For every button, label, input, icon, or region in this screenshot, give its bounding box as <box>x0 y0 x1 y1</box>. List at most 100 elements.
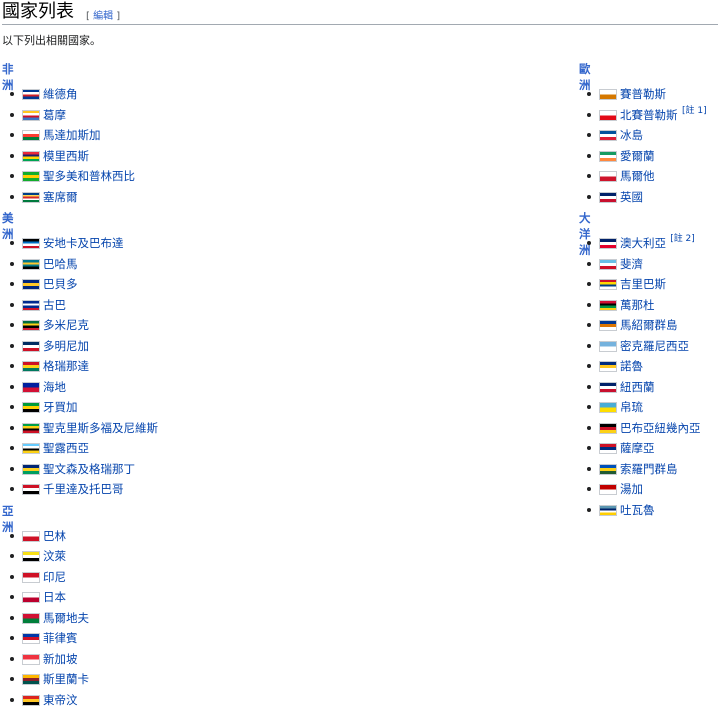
footnote-link[interactable]: [註 2] <box>670 231 695 247</box>
bullet-icon <box>587 405 591 409</box>
country-link[interactable]: 模里西斯 <box>43 148 89 164</box>
country-link[interactable]: 馬爾他 <box>620 168 655 184</box>
country-link[interactable]: 新加坡 <box>43 651 78 667</box>
bullet-icon <box>587 425 591 430</box>
country-link[interactable]: 巴布亞紐幾內亞 <box>620 420 701 436</box>
bullet-icon <box>587 133 591 137</box>
flag-icon <box>599 89 617 100</box>
bullet-icon <box>587 487 591 491</box>
flag-icon <box>22 191 40 203</box>
bullet-icon <box>10 282 14 286</box>
country-link[interactable]: 巴哈馬 <box>43 256 78 272</box>
country-link[interactable]: 吐瓦魯 <box>620 502 655 518</box>
country-link[interactable]: 印尼 <box>43 569 66 585</box>
country-link[interactable]: 密克羅尼西亞 <box>620 338 689 354</box>
country-link[interactable]: 多明尼加 <box>43 338 89 354</box>
country-link[interactable]: 聖文森及格瑞那丁 <box>43 461 135 477</box>
country-link[interactable]: 萬那杜 <box>620 297 655 313</box>
bullet-icon <box>10 261 14 266</box>
bullet-icon <box>10 384 14 389</box>
bullet-icon <box>587 194 591 199</box>
flag-icon <box>22 443 40 454</box>
country-link[interactable]: 斯里蘭卡 <box>43 671 89 687</box>
flag-icon <box>599 422 617 434</box>
country-link[interactable]: 湯加 <box>620 481 643 497</box>
bullet-icon <box>587 241 591 245</box>
country-link[interactable]: 英國 <box>620 189 643 205</box>
country-link[interactable]: 索羅門群島 <box>620 461 678 477</box>
country-link[interactable]: 薩摩亞 <box>620 440 655 456</box>
bullet-icon <box>587 343 591 348</box>
continent-heading: 美洲 <box>2 211 14 241</box>
bullet-icon <box>587 261 591 266</box>
bullet-icon <box>10 153 14 158</box>
flag-icon <box>22 674 40 685</box>
flag-icon <box>599 130 617 141</box>
bullet-icon <box>587 174 591 178</box>
edit-section: [ 編輯 ] <box>86 11 121 22</box>
country-link[interactable]: 巴林 <box>43 528 66 544</box>
bullet-icon <box>10 323 14 327</box>
country-link[interactable]: 馬爾地夫 <box>43 610 89 626</box>
country-link[interactable]: 愛爾蘭 <box>620 148 655 164</box>
country-link[interactable]: 澳大利亞 <box>620 235 666 251</box>
flag-icon <box>22 402 40 413</box>
bullet-icon <box>10 487 14 491</box>
bullet-icon <box>10 302 14 307</box>
bullet-icon <box>587 466 591 471</box>
country-link[interactable]: 格瑞那達 <box>43 358 89 374</box>
country-link[interactable]: 葛摩 <box>43 107 66 123</box>
country-link[interactable]: 安地卡及巴布達 <box>43 235 124 251</box>
flag-icon <box>599 191 617 203</box>
country-link[interactable]: 牙買加 <box>43 399 78 415</box>
flag-icon <box>599 340 617 352</box>
country-link[interactable]: 冰島 <box>620 127 643 143</box>
bullet-icon <box>587 364 591 368</box>
country-link[interactable]: 千里達及托巴哥 <box>43 481 124 497</box>
country-link[interactable]: 賽普勒斯 <box>620 86 666 102</box>
continent-heading: 亞洲 <box>2 503 14 534</box>
edit-link[interactable]: 編輯 <box>93 11 113 22</box>
country-link[interactable]: 汶萊 <box>43 548 66 564</box>
flag-icon <box>599 381 617 393</box>
country-link[interactable]: 聖多美和普林西比 <box>43 168 135 184</box>
country-link[interactable]: 塞席爾 <box>43 189 78 205</box>
flag-icon <box>599 279 617 290</box>
flag-icon <box>22 150 40 162</box>
flag-icon <box>22 320 40 331</box>
flag-icon <box>599 361 617 372</box>
bullet-icon <box>10 574 14 579</box>
flag-icon <box>599 171 617 182</box>
flag-icon <box>22 551 40 562</box>
country-link[interactable]: 帛琉 <box>620 399 643 415</box>
country-link[interactable]: 聖克里斯多福及尼維斯 <box>43 420 158 436</box>
country-link[interactable]: 馬達加斯加 <box>43 127 101 143</box>
flag-icon <box>599 320 617 331</box>
footnote-link[interactable]: [註 1] <box>682 103 707 119</box>
country-link[interactable]: 多米尼克 <box>43 317 89 333</box>
flag-icon <box>599 258 617 270</box>
country-link[interactable]: 古巴 <box>43 297 66 313</box>
bullet-icon <box>10 112 14 117</box>
flag-icon <box>22 633 40 644</box>
country-link[interactable]: 諾魯 <box>620 358 643 374</box>
bullet-icon <box>10 174 14 178</box>
country-link[interactable]: 紐西蘭 <box>620 379 655 395</box>
flag-icon <box>599 238 617 249</box>
country-link[interactable]: 北賽普勒斯 <box>620 107 678 123</box>
country-link[interactable]: 吉里巴斯 <box>620 276 666 292</box>
country-link[interactable]: 巴貝多 <box>43 276 78 292</box>
country-link[interactable]: 維德角 <box>43 86 78 102</box>
country-link[interactable]: 東帝汶 <box>43 692 78 708</box>
country-link[interactable]: 菲律賓 <box>43 630 78 646</box>
continent-heading: 大洋洲 <box>579 211 591 257</box>
country-link[interactable]: 海地 <box>43 379 66 395</box>
continent-heading: 歐洲 <box>579 62 591 92</box>
country-link[interactable]: 聖露西亞 <box>43 440 89 456</box>
country-link[interactable]: 斐濟 <box>620 256 643 272</box>
country-link[interactable]: 日本 <box>43 589 66 605</box>
flag-icon <box>22 381 40 393</box>
country-link[interactable]: 馬紹爾群島 <box>620 317 678 333</box>
bullet-icon <box>10 343 14 348</box>
flag-icon <box>599 484 617 495</box>
